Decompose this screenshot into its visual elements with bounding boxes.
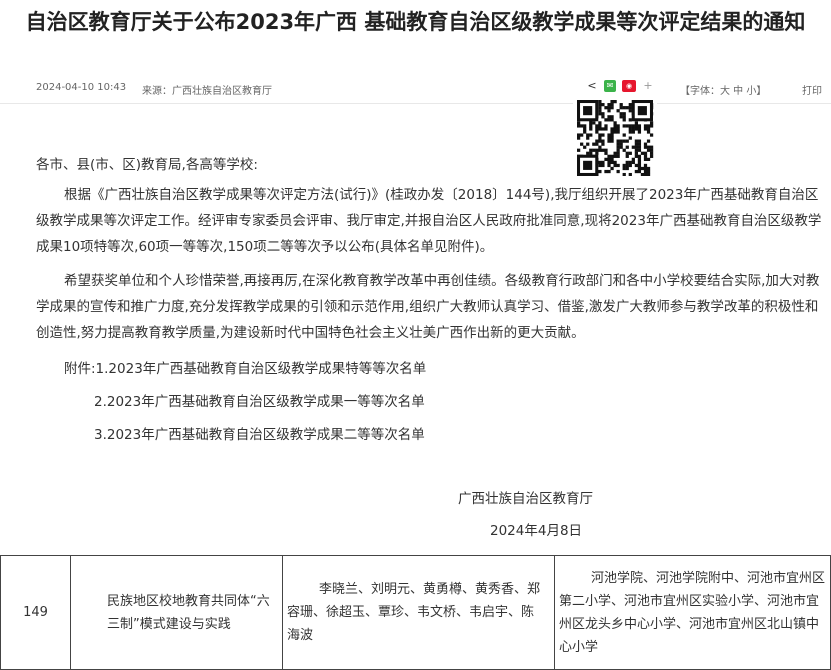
article-title: 自治区教育厅关于公布2023年广西 基础教育自治区级教学成果等次评定结果的通知 bbox=[25, 10, 806, 34]
publish-date: 2024-04-10 10:43 bbox=[36, 82, 127, 93]
article-source: 来源：广西壮族自治区教育厅 bbox=[142, 86, 272, 97]
plus-icon[interactable]: + bbox=[642, 80, 654, 92]
signature-date: 2024年4月8日 bbox=[490, 523, 583, 539]
greeting: 各市、县(市、区)教育局,各高等学校: bbox=[36, 157, 258, 173]
article-meta-bar: 2024-04-10 10:43 来源：广西壮族自治区教育厅 < ✉ ◉ + 【… bbox=[0, 76, 831, 104]
weibo-icon[interactable]: ◉ bbox=[622, 80, 636, 92]
share-icon[interactable]: < bbox=[586, 80, 598, 92]
project-members: 李晓兰、刘明元、黄勇樽、黄秀香、郑容珊、徐超玉、覃珍、韦文桥、韦启宇、陈海波 bbox=[282, 555, 555, 670]
print-button[interactable]: 打印 bbox=[802, 82, 822, 97]
paragraph-1: 根据《广西壮族自治区教学成果等次评定方法(试行)》(桂政办发〔2018〕144号… bbox=[36, 187, 822, 255]
row-number: 149 bbox=[0, 555, 71, 670]
table-row: 149 民族地区校地教育共同体“六三制”模式建设与实践 李晓兰、刘明元、黄勇樽、… bbox=[0, 555, 831, 670]
attachment-1-link[interactable]: 附件:1.2023年广西基础教育自治区级教学成果特等等次名单 bbox=[64, 356, 831, 382]
attachment-3-link[interactable]: 3.2023年广西基础教育自治区级教学成果二等等次名单 bbox=[94, 422, 831, 448]
share-toolbar: < ✉ ◉ + bbox=[586, 80, 654, 92]
results-table: 149 民族地区校地教育共同体“六三制”模式建设与实践 李晓兰、刘明元、黄勇樽、… bbox=[0, 555, 831, 670]
font-size-control[interactable]: 【字体：大 中 小】 bbox=[680, 82, 766, 97]
attachment-2-link[interactable]: 2.2023年广西基础教育自治区级教学成果一等等次名单 bbox=[94, 389, 831, 415]
signature-org: 广西壮族自治区教育厅 bbox=[458, 491, 593, 507]
project-units: 河池学院、河池学院附中、河池市宜州区第二小学、河池市宜州区实验小学、河池市宜州区… bbox=[554, 555, 831, 670]
paragraph-2: 希望获奖单位和个人珍惜荣誉,再接再厉,在深化教育教学改革中再创佳绩。各级教育行政… bbox=[36, 273, 820, 341]
project-name: 民族地区校地教育共同体“六三制”模式建设与实践 bbox=[70, 555, 283, 670]
wechat-icon[interactable]: ✉ bbox=[604, 80, 616, 92]
